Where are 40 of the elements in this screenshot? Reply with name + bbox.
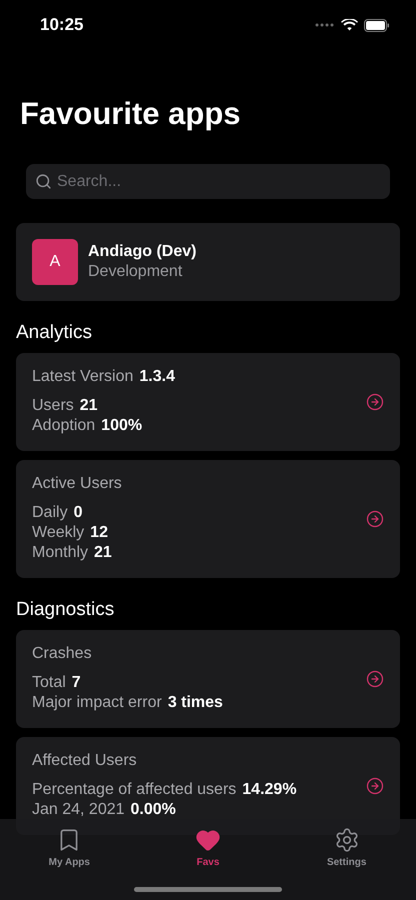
card-heading: Affected Users <box>32 751 137 771</box>
stat-label: Major impact error <box>32 693 162 713</box>
stat-label: Jan 24, 2021 <box>32 800 125 820</box>
app-card[interactable]: A Andiago (Dev) Development <box>16 223 400 301</box>
stat-card[interactable]: Crashes Total 7 Major impact error 3 times <box>16 630 400 728</box>
card-heading: Crashes <box>32 644 92 664</box>
app-subtitle: Development <box>88 262 184 282</box>
card-heading-value: 1.3.4 <box>139 367 175 387</box>
section-heading: Analytics <box>16 321 94 345</box>
status-time: 10:25 <box>40 14 84 36</box>
search-icon <box>35 173 52 190</box>
stat-label: Percentage of affected users <box>32 780 236 800</box>
signal-icon <box>315 23 335 27</box>
stat-value: 0 <box>74 503 82 523</box>
stat-label: Total <box>32 673 66 693</box>
card-heading: Active Users <box>32 474 122 494</box>
stat-label: Adoption <box>32 416 96 436</box>
stat-value: 0.00% <box>130 800 176 820</box>
stat-card[interactable]: Latest Version 1.3.4 Users 21 Adoption 100% <box>16 353 400 451</box>
stat-value: 21 <box>80 396 98 416</box>
app-name: Andiago (Dev) <box>88 242 196 262</box>
stat-label: Daily <box>32 503 68 523</box>
stat-value: 100% <box>101 416 142 436</box>
stat-card[interactable]: Active Users Daily 0 Weekly 12 Monthly 21 <box>16 460 400 578</box>
stat-label: Monthly <box>32 543 88 563</box>
app-avatar: A <box>32 239 78 285</box>
stat-value: 21 <box>94 543 112 563</box>
card-heading: Latest Version <box>32 367 134 387</box>
gear-icon <box>334 827 360 853</box>
wifi-icon <box>341 19 358 31</box>
stat-value: 7 <box>72 673 81 693</box>
battery-icon <box>364 18 390 32</box>
search-field[interactable]: Search... <box>26 164 390 199</box>
stat-value: 14.29% <box>242 780 297 800</box>
stat-value: 3 times <box>168 693 223 713</box>
stat-value: 12 <box>90 523 108 543</box>
stat-label: Users <box>32 396 74 416</box>
page-title: Favourite apps <box>19 95 242 133</box>
stat-label: Weekly <box>32 523 84 543</box>
section-heading: Diagnostics <box>16 598 116 622</box>
